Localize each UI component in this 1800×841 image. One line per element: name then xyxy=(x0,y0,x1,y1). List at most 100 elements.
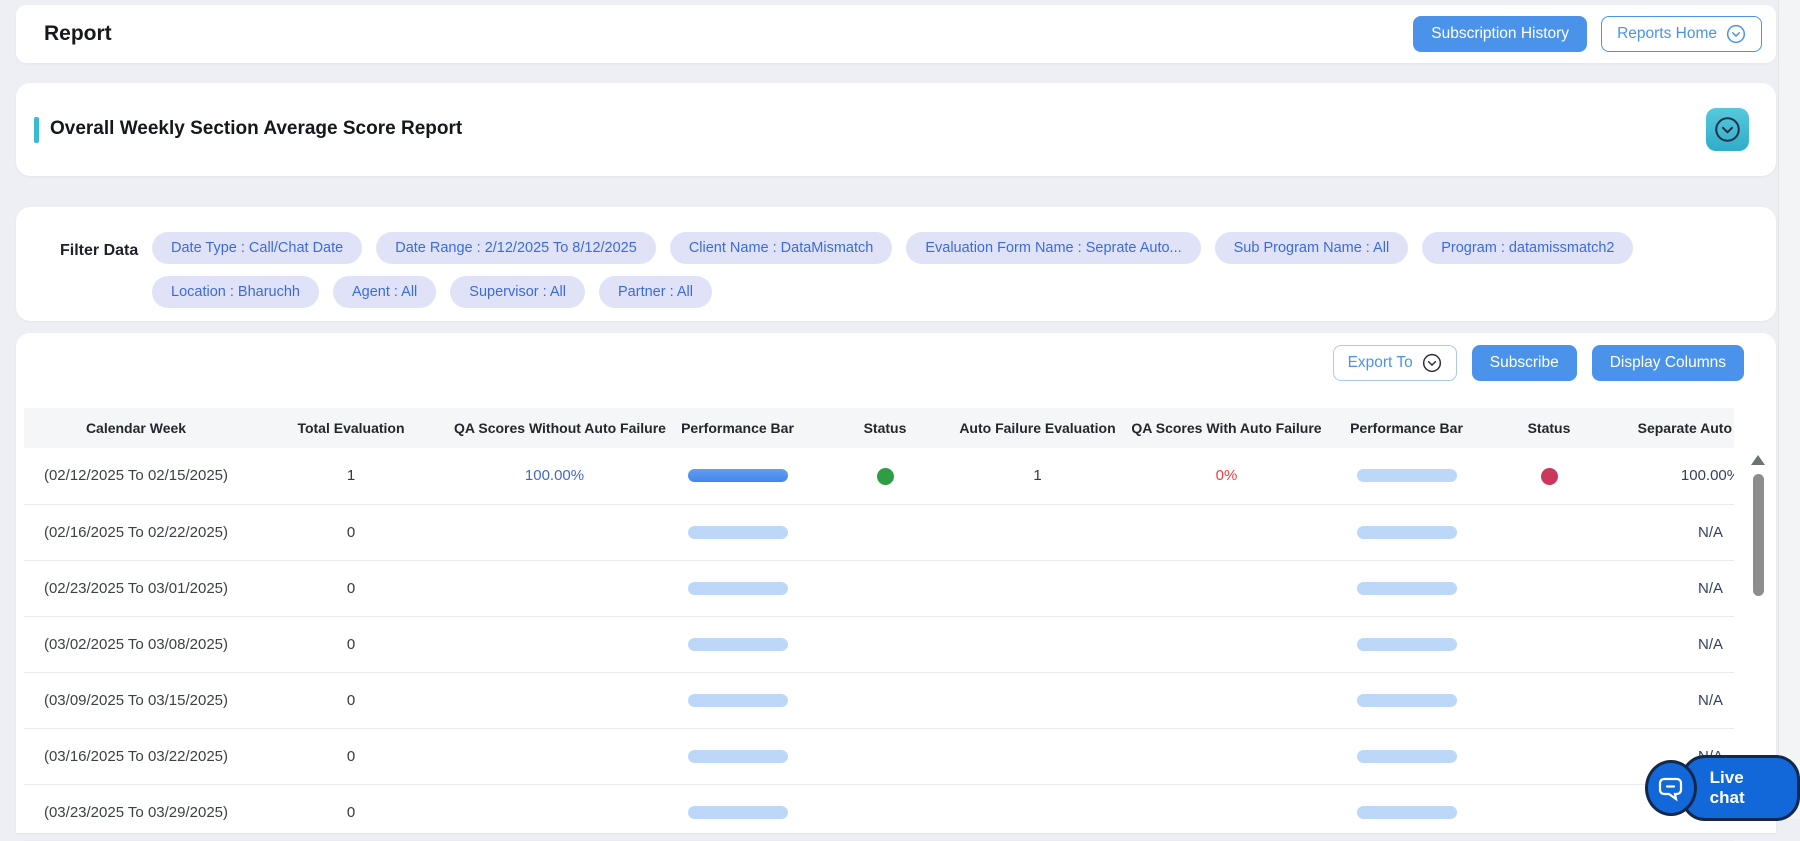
filter-chip-row: Date Type : Call/Chat Date Date Range : 2… xyxy=(152,232,1736,264)
table-row: (02/16/2025 To 02/22/2025) 0 N/A xyxy=(24,504,1734,561)
subscribe-label: Subscribe xyxy=(1489,354,1559,371)
filter-chip[interactable]: Agent : All xyxy=(332,276,437,308)
qa-without-auto-failure-cell xyxy=(454,672,655,729)
performance-bar xyxy=(1356,637,1457,651)
section-accent-bar xyxy=(34,117,39,143)
auto-failure-evaluation-cell xyxy=(950,728,1125,785)
performance-bar-with-cell xyxy=(1328,448,1485,505)
calendar-week-cell: (02/12/2025 To 02/15/2025) xyxy=(24,448,248,505)
total-evaluation-cell: 0 xyxy=(248,784,454,841)
performance-bar xyxy=(1356,805,1457,819)
separate-auto-failure-cell: 100.00% xyxy=(1613,448,1734,505)
performance-bar xyxy=(1356,749,1457,763)
calendar-week-cell: (02/23/2025 To 03/01/2025) xyxy=(24,560,248,617)
top-actions: Subscription History Reports Home xyxy=(1413,16,1762,52)
section-collapse-button[interactable] xyxy=(1706,108,1749,151)
total-evaluation-cell: 0 xyxy=(248,672,454,729)
filter-chip[interactable]: Location : Bharuchh xyxy=(152,276,319,308)
subscription-history-button[interactable]: Subscription History xyxy=(1413,16,1588,52)
performance-bar xyxy=(1356,581,1457,595)
total-evaluation-cell: 1 xyxy=(248,448,454,505)
table-row: (02/12/2025 To 02/15/2025) 1 100.00% 1 0% 100… xyxy=(24,448,1734,505)
column-header: Status xyxy=(1485,408,1613,448)
display-columns-button[interactable]: Display Columns xyxy=(1591,345,1744,381)
chevron-down-circle-icon xyxy=(1715,117,1740,142)
qa-without-auto-failure-cell xyxy=(454,616,655,673)
filter-card: Filter Data Date Type : Call/Chat Date Da… xyxy=(16,207,1776,321)
total-evaluation-cell: 0 xyxy=(248,728,454,785)
table-header-row: Calendar Week Total Evaluation QA Scores W… xyxy=(24,408,1734,448)
status-without-cell xyxy=(820,448,950,505)
status-without-cell xyxy=(820,728,950,785)
qa-with-auto-failure-cell xyxy=(1125,784,1328,841)
live-chat-button[interactable]: Live chat xyxy=(1645,755,1800,821)
calendar-week-cell: (03/23/2025 To 03/29/2025) xyxy=(24,784,248,841)
filter-chip[interactable]: Client Name : DataMismatch xyxy=(669,232,893,264)
subscription-history-label: Subscription History xyxy=(1431,25,1570,42)
qa-without-auto-failure-cell xyxy=(454,784,655,841)
export-to-label: Export To xyxy=(1347,354,1413,371)
page-scroll-gutter[interactable] xyxy=(1778,0,1800,819)
performance-bar-with-cell xyxy=(1328,560,1485,617)
reports-home-label: Reports Home xyxy=(1617,25,1717,42)
performance-bar-with-cell xyxy=(1328,672,1485,729)
subscribe-button[interactable]: Subscribe xyxy=(1471,345,1577,381)
performance-bar-without-cell xyxy=(655,728,820,785)
total-evaluation-cell: 0 xyxy=(248,616,454,673)
status-without-cell xyxy=(820,504,950,561)
qa-with-auto-failure-cell xyxy=(1125,672,1328,729)
scroll-up-arrow-icon[interactable] xyxy=(1751,455,1765,465)
page-title: Report xyxy=(44,22,112,45)
status-with-cell xyxy=(1485,672,1613,729)
column-header: Performance Bar xyxy=(655,408,820,448)
filter-chip-row: Location : Bharuchh Agent : All Supervisor… xyxy=(152,276,1736,308)
filter-chip[interactable]: Evaluation Form Name : Seprate Auto... xyxy=(906,232,1201,264)
table-row: (03/16/2025 To 03/22/2025)0N/A xyxy=(24,728,1734,785)
status-dot xyxy=(1540,467,1558,485)
filter-chip[interactable]: Partner : All xyxy=(599,276,712,308)
filter-chips: Date Type : Call/Chat Date Date Range : 2… xyxy=(152,232,1736,308)
performance-bar xyxy=(687,581,788,595)
total-evaluation-cell: 0 xyxy=(248,560,454,617)
auto-failure-evaluation-cell xyxy=(950,784,1125,841)
column-header: Status xyxy=(820,408,950,448)
table-body: (02/12/2025 To 02/15/2025) 1 100.00% 1 0% 100… xyxy=(24,448,1734,841)
calendar-week-cell: (03/09/2025 To 03/15/2025) xyxy=(24,672,248,729)
filter-chip[interactable]: Date Type : Call/Chat Date xyxy=(152,232,363,264)
report-table-viewport: Calendar Week Total Evaluation QA Scores W… xyxy=(24,408,1734,841)
calendar-week-cell: (02/16/2025 To 02/22/2025) xyxy=(24,504,248,561)
table-row: (03/23/2025 To 03/29/2025)0N/A xyxy=(24,784,1734,841)
separate-auto-failure-cell: N/A xyxy=(1613,616,1734,673)
total-evaluation-cell: 0 xyxy=(248,504,454,561)
qa-without-auto-failure-cell xyxy=(454,728,655,785)
qa-with-auto-failure-cell xyxy=(1125,504,1328,561)
chevron-down-circle-icon xyxy=(1726,24,1746,44)
performance-bar xyxy=(1356,525,1457,539)
table-row: (03/02/2025 To 03/08/2025) 0 N/A xyxy=(24,616,1734,673)
report-table: Calendar Week Total Evaluation QA Scores W… xyxy=(24,408,1734,841)
status-with-cell xyxy=(1485,560,1613,617)
performance-bar xyxy=(687,749,788,763)
report-section-header-card: Overall Weekly Section Average Score Rep… xyxy=(16,83,1776,176)
top-header-bar: Report Subscription History Reports Home xyxy=(16,5,1776,63)
scrollbar-thumb[interactable] xyxy=(1752,474,1764,596)
calendar-week-cell: (03/16/2025 To 03/22/2025) xyxy=(24,728,248,785)
reports-home-button[interactable]: Reports Home xyxy=(1601,16,1762,52)
status-with-cell xyxy=(1485,616,1613,673)
status-dot xyxy=(876,467,894,485)
performance-bar xyxy=(687,693,788,707)
filter-chip[interactable]: Sub Program Name : All xyxy=(1214,232,1409,264)
performance-bar-with-cell xyxy=(1328,784,1485,841)
filter-chip[interactable]: Program : datamissmatch2 xyxy=(1422,232,1634,264)
export-to-button[interactable]: Export To xyxy=(1332,345,1457,381)
separate-auto-failure-cell: N/A xyxy=(1613,504,1734,561)
performance-bar-without-cell xyxy=(655,784,820,841)
performance-bar xyxy=(687,469,788,483)
column-header: Calendar Week xyxy=(24,408,248,448)
performance-bar-with-cell xyxy=(1328,504,1485,561)
performance-bar-without-cell xyxy=(655,616,820,673)
status-with-cell xyxy=(1485,448,1613,505)
status-with-cell xyxy=(1485,728,1613,785)
filter-chip[interactable]: Supervisor : All xyxy=(450,276,585,308)
filter-chip[interactable]: Date Range : 2/12/2025 To 8/12/2025 xyxy=(376,232,656,264)
